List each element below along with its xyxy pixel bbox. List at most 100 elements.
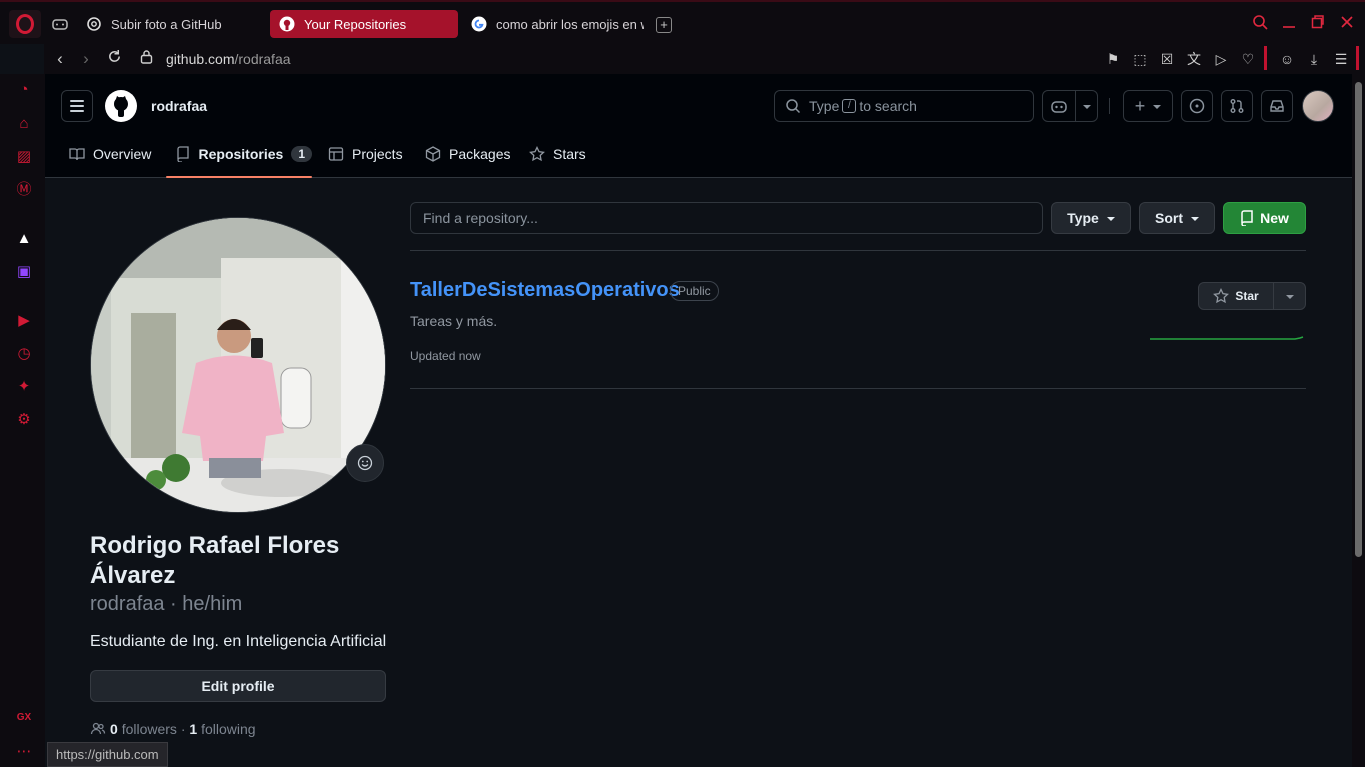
tab-search-icon[interactable] [1251, 14, 1269, 34]
repo-name-link[interactable]: TallerDeSistemasOperativos [410, 279, 680, 302]
forward-button[interactable]: › [76, 48, 96, 70]
chevron-down-icon [1106, 217, 1115, 221]
minimize-icon[interactable] [1280, 14, 1298, 34]
profile-bio: Estudiante de Ing. en Inteligencia Artif… [90, 633, 387, 650]
maximize-icon[interactable] [1309, 14, 1327, 34]
pull-requests-button[interactable] [1221, 90, 1253, 122]
tab-repositories[interactable]: Repositories 1 [166, 130, 312, 178]
extensions-icon[interactable]: ✦ [14, 377, 34, 397]
tab-label: Your Repositories [304, 16, 407, 32]
issue-icon [1189, 98, 1205, 114]
tab-projects[interactable]: Projects [328, 130, 403, 178]
inbox-icon [1270, 100, 1284, 112]
profile-nav: Overview Repositories 1 Projects Package… [45, 130, 1352, 178]
adblock-icon[interactable]: ☒ [1158, 50, 1176, 68]
inbox-button[interactable] [1261, 90, 1293, 122]
pull-request-icon [1230, 99, 1244, 113]
header-username[interactable]: rodrafaa [151, 98, 207, 114]
search-hint-suffix: to search [859, 98, 917, 114]
tab-label: Packages [449, 146, 511, 162]
tab-label: como abrir los emojis en w [496, 16, 644, 32]
tab-label: Projects [352, 146, 403, 162]
star-label: Star [1235, 289, 1259, 303]
gx-control-icon[interactable]: ⌂ [14, 114, 34, 134]
url-field[interactable]: github.com/rodrafaa [166, 51, 291, 67]
sort-button[interactable]: Sort [1139, 202, 1215, 234]
new-tab-button[interactable]: + [656, 17, 672, 33]
opera-logo-icon [16, 14, 34, 34]
followers-link[interactable]: 0 followers [110, 721, 177, 737]
tab-overview[interactable]: Overview [69, 130, 151, 178]
tab-your-repositories[interactable]: Your Repositories [270, 10, 458, 38]
star-list-dropdown[interactable] [1274, 283, 1305, 309]
messenger-icon[interactable]: Ⓜ [14, 180, 34, 200]
set-status-button[interactable] [346, 444, 384, 482]
divider [410, 250, 1306, 251]
menu-button[interactable] [61, 90, 93, 122]
create-new-button[interactable]: + [1123, 90, 1173, 122]
copilot-icon [1050, 101, 1067, 113]
translate-icon[interactable]: 文 [1185, 50, 1203, 68]
back-button[interactable]: ‹ [50, 48, 70, 70]
type-filter-button[interactable]: Type [1051, 202, 1131, 234]
new-label: New [1260, 210, 1289, 226]
divider [410, 388, 1306, 389]
url-path: /rodrafaa [234, 51, 291, 67]
issues-button[interactable] [1181, 90, 1213, 122]
find-repository-input[interactable]: Find a repository... [410, 202, 1043, 234]
star-button-group: Star [1198, 282, 1306, 310]
tab-packages[interactable]: Packages [425, 130, 510, 178]
following-link[interactable]: 1 following [189, 721, 255, 737]
star-button[interactable]: Star [1199, 283, 1274, 309]
page-scrollbar[interactable] [1352, 74, 1365, 767]
header-divider [1109, 98, 1110, 114]
repo-icon [1241, 210, 1253, 226]
easy-setup-icon[interactable]: ☰ [1332, 50, 1350, 68]
tab-google-search[interactable]: como abrir los emojis en w [471, 10, 644, 38]
github-page: rodrafaa Type / to search + Overview Rep… [45, 74, 1352, 767]
search-input[interactable]: Type / to search [774, 90, 1034, 122]
tab-subir-foto[interactable]: Subir foto a GitHub [86, 10, 256, 38]
history-icon[interactable]: ◷ [14, 344, 34, 364]
heart-icon[interactable]: ♡ [1239, 50, 1257, 68]
tab-stars[interactable]: Stars [529, 130, 586, 178]
user-avatar[interactable] [1302, 90, 1334, 122]
aria-icon[interactable]: ▲ [14, 229, 34, 249]
book-icon [69, 146, 85, 162]
speed-dial-icon[interactable]: ◔ [14, 80, 34, 100]
star-icon [529, 146, 545, 162]
edit-profile-button[interactable]: Edit profile [90, 670, 386, 702]
opera-menu-button[interactable] [9, 10, 41, 38]
lock-icon[interactable] [136, 48, 156, 70]
scrollbar-thumb[interactable] [1355, 82, 1362, 557]
download-icon[interactable]: ⤓ [1305, 50, 1323, 68]
tab-label: Repositories [198, 146, 284, 162]
profile-avatar[interactable] [90, 217, 386, 513]
close-window-icon[interactable] [1338, 14, 1356, 34]
tab-islands-icon[interactable] [52, 10, 72, 38]
send-icon[interactable]: ▷ [1212, 50, 1230, 68]
gx-icon[interactable]: GX [14, 708, 34, 728]
player-icon[interactable]: ▶ [14, 311, 34, 331]
follow-stats: 0 followers · 1 following [90, 721, 256, 737]
gx-corner-icon[interactable]: ▨ [14, 147, 34, 167]
toolbar-divider [1264, 46, 1267, 70]
profile-full-name: Rodrigo Rafael Flores Álvarez [90, 532, 340, 589]
account-icon[interactable]: ☺ [1278, 50, 1296, 68]
tab-label: Overview [93, 146, 152, 162]
link-status-bar: https://github.com [47, 742, 168, 767]
reload-icon[interactable] [104, 48, 124, 70]
copilot-button[interactable] [1042, 90, 1098, 122]
settings-gear-icon[interactable]: ⚙ [14, 410, 34, 430]
pin-icon[interactable]: ⚑ [1104, 50, 1122, 68]
more-dots-icon[interactable]: ⋯ [14, 742, 34, 762]
google-icon [471, 16, 487, 32]
snapshot-icon[interactable]: ⬚ [1131, 50, 1149, 68]
profile-login-pronouns: rodrafaa · he/him [90, 593, 243, 615]
twitch-icon[interactable]: ▣ [14, 262, 34, 282]
smiley-icon [357, 455, 373, 471]
github-header: rodrafaa Type / to search + Overview Rep… [45, 74, 1352, 178]
new-repo-button[interactable]: New [1223, 202, 1306, 234]
tab-label: Stars [553, 146, 586, 162]
github-logo-icon[interactable] [105, 90, 137, 122]
